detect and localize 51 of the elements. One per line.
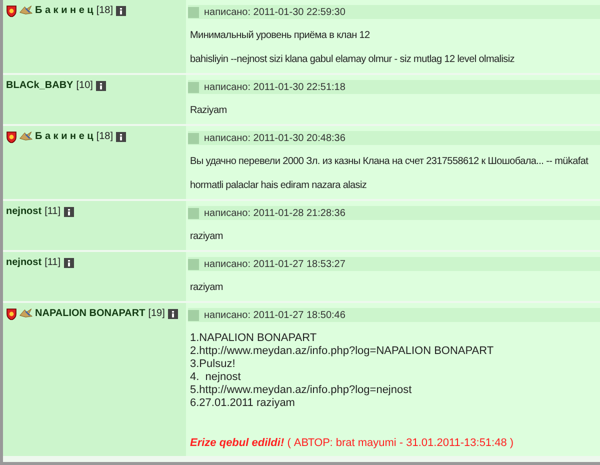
post-text: Вы удачно перевели 2000 Зл. из казны Клана на счет 2317558612 к Шошобала... -- mükafat: [190, 155, 590, 169]
post-timestamp: написано: 2011-01-30 20:48:36: [204, 132, 346, 144]
post-timestamp: написано: 2011-01-27 18:53:27: [204, 258, 346, 270]
post-marker-icon: [188, 310, 199, 320]
post-timestamp: написано: 2011-01-28 21:28:36: [204, 208, 346, 218]
post-line: 6.27.01.2011 raziyam: [190, 397, 296, 410]
author-name[interactable]: Б а к и н е ц: [35, 131, 94, 142]
post-marker-icon: [188, 132, 199, 144]
author-level: [18]: [96, 131, 114, 142]
post-marker-icon: [188, 6, 199, 18]
author-level: [11]: [44, 257, 60, 268]
author-level: [19]: [148, 308, 165, 319]
post-line: 3.Pulsuz!: [190, 358, 236, 371]
author-name[interactable]: nejnost: [6, 257, 42, 268]
post-marker-icon: [188, 208, 199, 218]
info-icon[interactable]: [64, 206, 74, 216]
author-name[interactable]: nejnost: [6, 206, 42, 217]
post-marker-icon: [188, 82, 199, 92]
post-text: bahisliyin --nejnost sizi klana gabul elamay olmur - siz mutlag 12 level olmalisiz: [190, 53, 516, 67]
author-name[interactable]: BLACk_BABY: [6, 80, 74, 91]
post-timestamp: написано: 2011-01-30 22:51:18: [204, 82, 346, 92]
verdict-author: ( АВТОР: brat mayumi - 31.01.2011-13:51:48 ): [287, 437, 514, 449]
post-text: Raziyam: [190, 104, 228, 118]
post-line: 2.http://www.meydan.az/info.php?log=NAPALION BONAPART: [190, 345, 495, 358]
post-text: raziyam: [190, 230, 224, 244]
info-icon[interactable]: [116, 6, 126, 16]
post-text: raziyam: [190, 281, 224, 295]
post-line: 5.http://www.meydan.az/info.php?log=nejnost: [190, 384, 413, 397]
author-level: [10]: [76, 80, 93, 91]
emblem-icon: [19, 131, 33, 141]
post-marker-icon: [188, 258, 199, 270]
post-line: 4. nejnost: [190, 371, 242, 384]
verdict-text: Erize qebul edildi!: [190, 437, 284, 449]
info-icon[interactable]: [64, 258, 74, 268]
emblem-icon: [19, 308, 33, 318]
author-name[interactable]: NAPALION BONAPART: [35, 308, 146, 319]
author-level: [11]: [44, 206, 60, 217]
info-icon[interactable]: [96, 80, 106, 90]
info-icon[interactable]: [168, 308, 178, 318]
shield-icon: [6, 131, 17, 143]
emblem-icon: [19, 5, 33, 15]
post-text: Минимальный уровень приёма в клан 12: [190, 29, 371, 43]
author-name[interactable]: Б а к и н е ц: [35, 5, 94, 16]
shield-icon: [6, 308, 17, 320]
post-text: hormatli palaclar hais ediram nazara alasiz: [190, 179, 368, 193]
post-timestamp: написано: 2011-01-27 18:50:46: [204, 310, 346, 320]
shield-icon: [6, 5, 17, 17]
post-timestamp: написано: 2011-01-30 22:59:30: [204, 6, 346, 18]
post-line: 1.NAPALION BONAPART: [190, 332, 318, 345]
author-level: [18]: [96, 5, 114, 16]
info-icon[interactable]: [116, 132, 126, 142]
